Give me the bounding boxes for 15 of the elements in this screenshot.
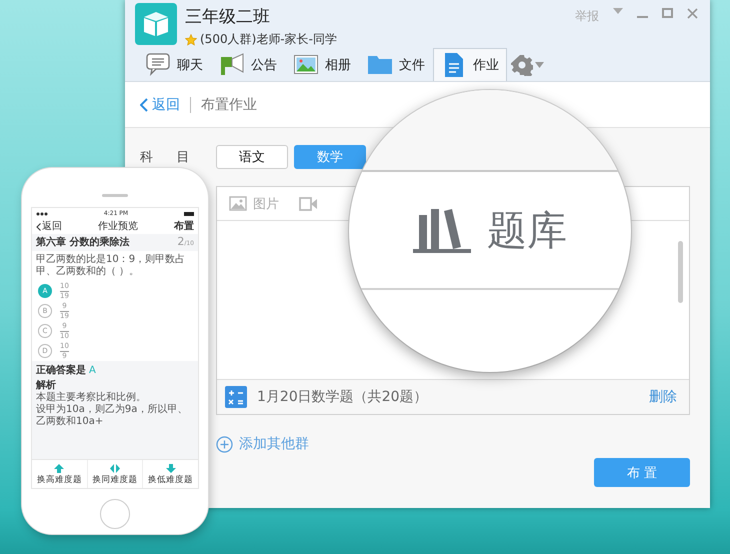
analysis-text: 设甲为10a，则乙为9a，所以甲、乙两数和10a+ [36, 404, 188, 428]
chapter-title: 第六章 分数的乘除法 [36, 236, 130, 248]
group-title: 三年级二班 [185, 6, 271, 28]
question-bank-label: 题库 [487, 206, 567, 256]
group-subtitle: (500人群)老师-家长-同学 [200, 31, 337, 48]
answer-value: A [89, 365, 96, 377]
subject-label: 科目 [140, 149, 214, 166]
screen-title: 作业预览 [98, 220, 138, 232]
question-text: 甲乙两数的比是10：9，则甲数占甲、乙两数和的（ ）。 [35, 252, 186, 279]
analysis-text: 本题主要考察比和比例。 [36, 392, 147, 404]
attachment-title: 1月20日数学题（共20题） [257, 388, 428, 406]
answer-label: 正确答案是 [36, 365, 86, 377]
page-title: 布置作业 [201, 96, 257, 114]
question-number: 2 [177, 234, 184, 248]
analysis-title: 解析 [36, 380, 57, 392]
